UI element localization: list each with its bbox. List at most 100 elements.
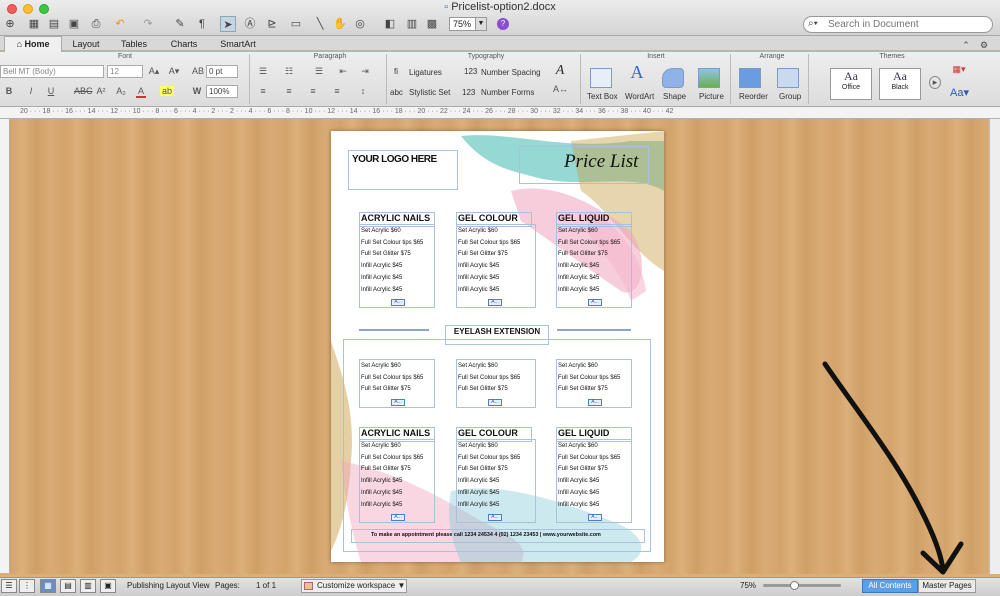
new-document-icon[interactable]: ⊕: [2, 16, 18, 32]
scale-icon[interactable]: W: [190, 86, 204, 96]
all-contents-tab[interactable]: All Contents: [862, 579, 918, 593]
reorder-button[interactable]: Reorder: [739, 92, 768, 101]
link-anchor-icon[interactable]: A...: [391, 399, 405, 407]
notebook-view-icon[interactable]: ▥: [80, 579, 96, 593]
bullets-icon[interactable]: ☰: [256, 66, 270, 77]
tab-layout[interactable]: Layout: [64, 38, 108, 51]
open-folder-icon[interactable]: ▤: [46, 16, 62, 32]
customize-workspace-select[interactable]: Customize workspace ▼: [301, 579, 407, 593]
insert-shape-button[interactable]: Shape: [663, 92, 686, 101]
select-pointer-icon[interactable]: ➤: [220, 16, 236, 32]
font-size-field[interactable]: 12: [107, 65, 143, 78]
link-anchor-icon[interactable]: A...: [391, 299, 405, 307]
underline-icon[interactable]: U: [46, 86, 56, 96]
shrink-font-icon[interactable]: A▾: [167, 66, 181, 77]
tab-home[interactable]: ⌂ Home: [4, 36, 62, 52]
font-color-icon[interactable]: A: [136, 86, 146, 98]
align-right-icon[interactable]: ≡: [306, 86, 320, 96]
redo-icon[interactable]: ↷: [140, 16, 156, 32]
number-forms-button[interactable]: Number Forms: [481, 88, 534, 97]
print-icon[interactable]: ⎙: [88, 16, 104, 32]
zoom-slider[interactable]: [763, 584, 841, 587]
highlight-icon[interactable]: ab: [160, 86, 174, 96]
focus-view-icon[interactable]: ▣: [100, 579, 116, 593]
link-icon[interactable]: ◎: [352, 16, 368, 32]
increase-indent-icon[interactable]: ⇥: [358, 66, 372, 77]
link-anchor-icon[interactable]: A...: [488, 399, 502, 407]
footer-box[interactable]: [351, 529, 645, 543]
zoom-dropdown-icon[interactable]: ▼: [475, 17, 487, 31]
superscript-icon[interactable]: A²: [96, 86, 106, 96]
wordart-icon[interactable]: A: [628, 62, 646, 83]
theme-colors-icon[interactable]: ▦▾: [950, 64, 968, 75]
decrease-indent-icon[interactable]: ⇤: [336, 66, 350, 77]
spacing-field[interactable]: 0 pt: [206, 65, 238, 78]
theme-office[interactable]: Aa Office: [830, 68, 872, 100]
vertical-text-box-icon[interactable]: ⊵: [264, 16, 280, 32]
link-anchor-icon[interactable]: A...: [391, 514, 405, 522]
reorder-icon[interactable]: [739, 68, 761, 88]
insert-wordart-button[interactable]: WordArt: [625, 92, 654, 101]
master-pages-tab[interactable]: Master Pages: [918, 579, 976, 593]
print-layout-view-icon[interactable]: ▤: [60, 579, 76, 593]
group-button[interactable]: Group: [779, 92, 801, 101]
text-effects-icon[interactable]: A↔: [553, 84, 568, 94]
publishing-layout-view-icon[interactable]: ▦: [40, 579, 56, 593]
format-painter-icon[interactable]: ✎: [172, 16, 188, 32]
outline-view-icon[interactable]: ⋮: [19, 579, 35, 593]
link-anchor-icon[interactable]: A...: [588, 399, 602, 407]
text-box-icon[interactable]: [590, 68, 612, 88]
pilcrow-icon[interactable]: ¶: [194, 16, 210, 32]
tab-tables[interactable]: Tables: [110, 38, 158, 51]
link-anchor-icon[interactable]: A...: [588, 299, 602, 307]
stylistic-set-button[interactable]: Stylistic Set: [409, 88, 450, 97]
group-icon[interactable]: [777, 68, 799, 88]
vertical-scrollbar[interactable]: [989, 119, 1000, 574]
search-icon[interactable]: ⌕▾: [808, 18, 818, 29]
link-anchor-icon[interactable]: A...: [488, 299, 502, 307]
scale-field[interactable]: 100%: [206, 85, 238, 98]
tab-charts[interactable]: Charts: [160, 38, 208, 51]
hand-tool-icon[interactable]: ✋: [332, 16, 348, 32]
themes-next-icon[interactable]: ▸: [929, 76, 941, 89]
line-icon[interactable]: ╲: [312, 16, 328, 32]
tab-smartart[interactable]: SmartArt: [210, 38, 266, 51]
save-icon[interactable]: ▣: [66, 16, 82, 32]
align-center-icon[interactable]: ≡: [282, 86, 296, 96]
insert-text-box-button[interactable]: Text Box: [587, 92, 618, 101]
gallery-icon[interactable]: ▦: [26, 16, 42, 32]
insert-picture-button[interactable]: Picture: [699, 92, 724, 101]
search-input[interactable]: [828, 17, 988, 32]
link-anchor-icon[interactable]: A...: [588, 514, 602, 522]
document-page[interactable]: YOUR LOGO HERE Price List ACRYLIC NAILS S…: [331, 131, 664, 562]
glyphs-icon[interactable]: A: [553, 63, 567, 79]
theme-fonts-icon[interactable]: Aa▾: [950, 86, 969, 99]
bold-icon[interactable]: B: [4, 86, 14, 96]
link-anchor-icon[interactable]: A...: [488, 514, 502, 522]
ligatures-button[interactable]: Ligatures: [409, 68, 442, 77]
help-icon[interactable]: ?: [497, 18, 509, 30]
shape-rectangle-icon[interactable]: ▭: [288, 16, 304, 32]
justify-icon[interactable]: ≡: [330, 86, 344, 96]
number-spacing-button[interactable]: Number Spacing: [481, 68, 541, 77]
strikethrough-icon[interactable]: ABC: [74, 86, 93, 96]
undo-icon[interactable]: ↶: [112, 16, 128, 32]
grow-font-icon[interactable]: A▴: [147, 66, 161, 77]
theme-black[interactable]: Aa Black: [879, 68, 921, 100]
font-name-field[interactable]: Bell MT (Body): [0, 65, 104, 78]
line-spacing-icon[interactable]: ↕: [356, 86, 370, 96]
picture-icon[interactable]: [698, 68, 720, 88]
multilevel-list-icon[interactable]: ☰: [312, 66, 326, 77]
italic-icon[interactable]: I: [26, 86, 36, 96]
numbering-icon[interactable]: ☷: [282, 66, 296, 77]
zoom-slider-handle[interactable]: [790, 581, 799, 590]
character-spacing-icon[interactable]: AB: [191, 66, 205, 76]
draft-view-icon[interactable]: ☰: [1, 579, 17, 593]
sidebar-icon[interactable]: ◧: [382, 16, 398, 32]
collapse-ribbon-icon[interactable]: ⌃: [958, 37, 974, 53]
align-left-icon[interactable]: ≡: [256, 86, 270, 96]
subscript-icon[interactable]: A₂: [116, 86, 126, 96]
text-box-icon[interactable]: Ⓐ: [242, 16, 258, 32]
shape-icon[interactable]: [662, 68, 684, 88]
ribbon-settings-icon[interactable]: ⚙: [976, 37, 992, 53]
